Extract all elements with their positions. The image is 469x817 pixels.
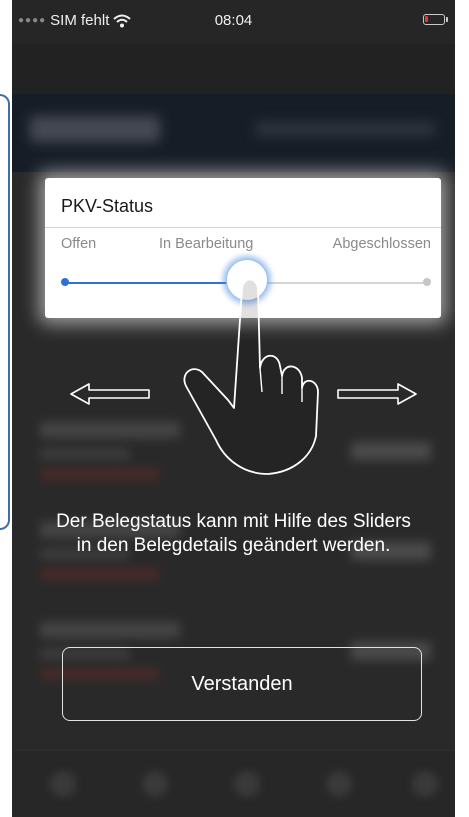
hand-pointer-icon bbox=[183, 278, 319, 475]
card-divider bbox=[45, 227, 441, 228]
stage-label-open: Offen bbox=[61, 236, 97, 252]
status-bar: ●●●● SIM fehlt 08:04 bbox=[12, 0, 455, 44]
slider-start-dot bbox=[61, 278, 69, 286]
arrow-left-icon bbox=[70, 383, 150, 405]
clock: 08:04 bbox=[214, 12, 253, 29]
hint-text: Der Belegstatus kann mit Hilfe des Slide… bbox=[56, 511, 411, 556]
slider-end-dot bbox=[423, 278, 431, 286]
phone-screen: ●●●● SIM fehlt 08:04 PKV-Status Offen In… bbox=[12, 0, 455, 817]
understood-button[interactable]: Verstanden bbox=[62, 647, 422, 721]
stage-label-in-progress: In Bearbeitung bbox=[159, 236, 254, 252]
card-title: PKV-Status bbox=[61, 196, 154, 216]
battery-low-icon bbox=[423, 14, 448, 25]
left-outline-frame bbox=[0, 94, 10, 530]
arrow-right-icon bbox=[337, 383, 417, 405]
stage-label-closed: Abgeschlossen bbox=[332, 236, 431, 252]
